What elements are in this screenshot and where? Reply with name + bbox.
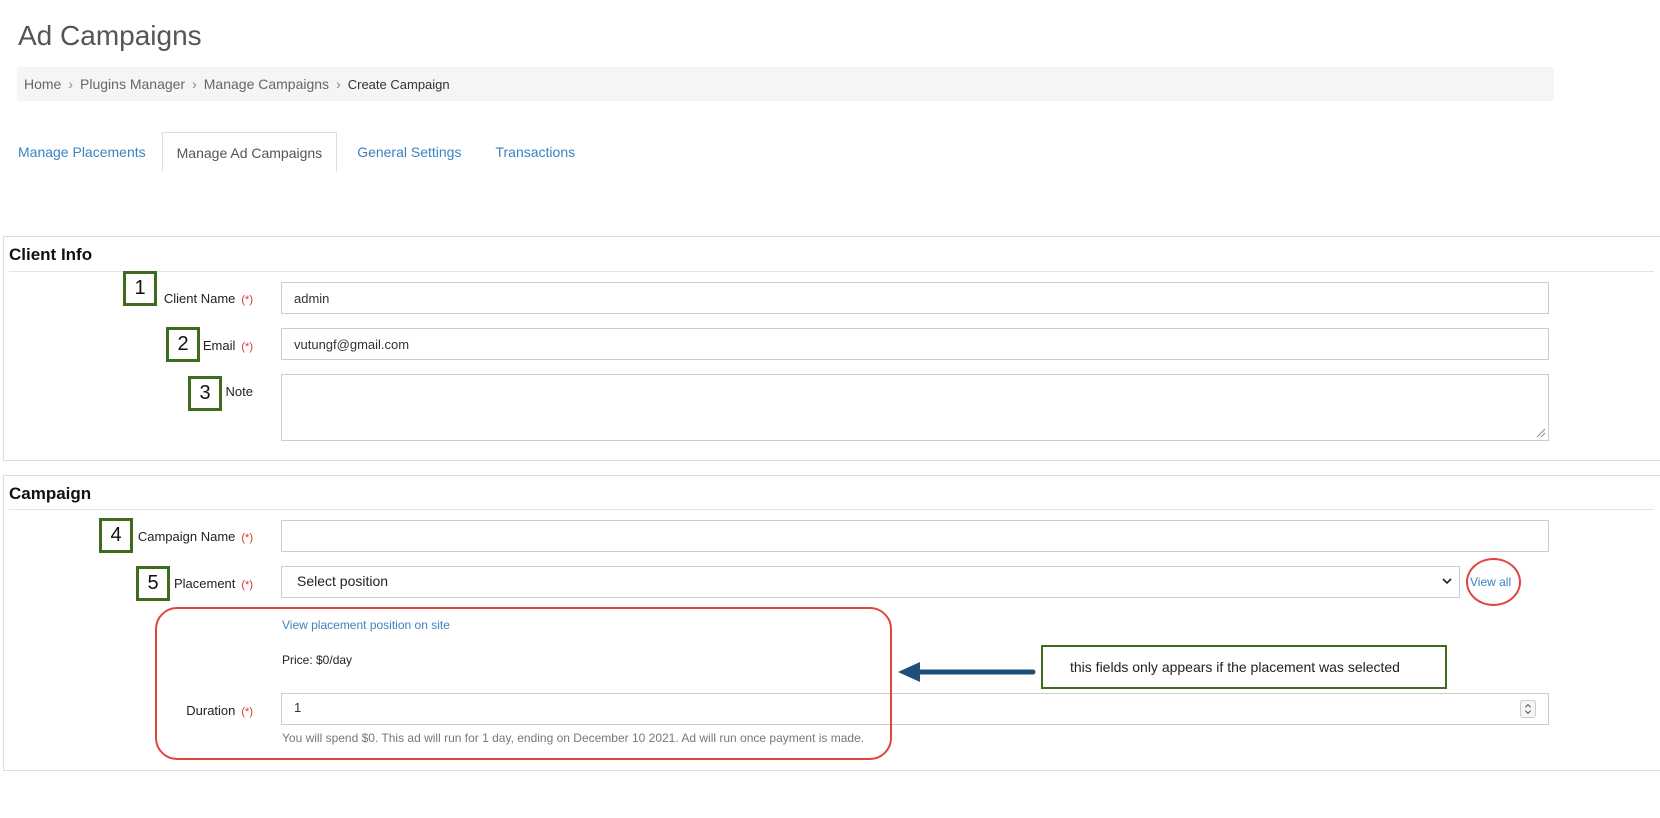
client-name-input[interactable]: admin	[281, 282, 1549, 314]
breadcrumb-separator: ›	[68, 76, 74, 92]
arrow-left-icon	[898, 662, 1036, 682]
breadcrumb-separator: ›	[336, 76, 341, 92]
section-divider	[9, 271, 1654, 272]
breadcrumb-separator: ›	[192, 76, 197, 92]
email-input[interactable]: vutungf@gmail.com	[281, 328, 1549, 360]
annotation-marker-5: 5	[136, 566, 170, 601]
annotation-marker-4: 4	[99, 518, 133, 553]
annotation-marker-1: 1	[123, 271, 157, 306]
section-title-client-info: Client Info	[9, 245, 93, 264]
tab-bar: Manage Placements Manage Ad Campaigns Ge…	[0, 132, 591, 172]
note-label: Note	[225, 384, 253, 399]
breadcrumb-plugins-manager[interactable]: Plugins Manager	[80, 76, 185, 92]
email-label: Email (*)	[202, 338, 253, 353]
conditional-fields-highlight-annotation	[155, 607, 892, 760]
placement-label: Placement (*)	[173, 576, 253, 591]
placement-select[interactable]: Select position	[281, 566, 1460, 598]
tab-general-settings[interactable]: General Settings	[339, 132, 477, 172]
breadcrumb-current: Create Campaign	[347, 76, 450, 92]
tab-manage-placements[interactable]: Manage Placements	[0, 132, 162, 172]
tab-transactions[interactable]: Transactions	[477, 132, 591, 172]
annotation-callout: this fields only appears if the placemen…	[1041, 645, 1447, 689]
breadcrumb: Home › Plugins Manager › Manage Campaign…	[17, 67, 1554, 101]
annotation-marker-3: 3	[188, 376, 222, 411]
campaign-name-label: Campaign Name (*)	[137, 529, 253, 544]
section-title-campaign: Campaign	[9, 484, 92, 503]
resize-grip-icon[interactable]	[1534, 426, 1546, 438]
tab-manage-ad-campaigns[interactable]: Manage Ad Campaigns	[161, 132, 338, 172]
page-title: Ad Campaigns	[18, 20, 202, 51]
client-name-label: Client Name (*)	[163, 291, 253, 306]
number-spinner-icon[interactable]	[1520, 700, 1536, 718]
annotation-marker-2: 2	[166, 327, 200, 362]
section-divider	[9, 509, 1654, 510]
campaign-name-input[interactable]	[281, 520, 1549, 552]
note-textarea[interactable]	[281, 374, 1549, 441]
breadcrumb-home[interactable]: Home	[24, 76, 61, 92]
chevron-down-icon	[1442, 578, 1452, 585]
breadcrumb-manage-campaigns[interactable]: Manage Campaigns	[204, 76, 329, 92]
highlight-circle-annotation	[1466, 558, 1521, 606]
